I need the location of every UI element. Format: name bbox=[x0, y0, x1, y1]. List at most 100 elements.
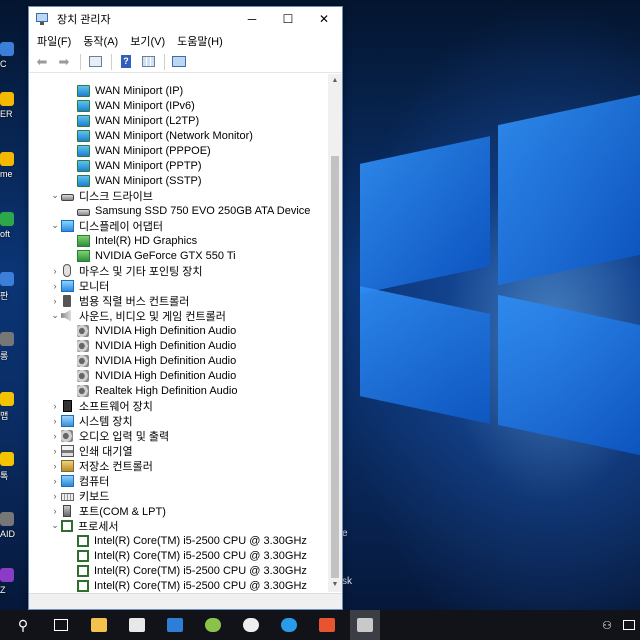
forward-button[interactable]: ➡ bbox=[54, 53, 74, 71]
collapse-chevron-icon[interactable]: ⌄ bbox=[49, 220, 61, 231]
expand-chevron-icon[interactable]: › bbox=[49, 431, 61, 441]
tree-item[interactable]: NVIDIA High Definition Audio bbox=[65, 338, 236, 353]
collapse-chevron-icon[interactable]: ⌄ bbox=[49, 190, 61, 201]
tree-item[interactable]: ⌄ 디스크 드라이브 bbox=[49, 188, 153, 203]
tree-item[interactable]: WAN Miniport (Network Monitor) bbox=[65, 128, 253, 143]
tree-item[interactable]: › 컴퓨터 bbox=[49, 473, 109, 488]
menu-action[interactable]: 동작(A) bbox=[77, 33, 124, 49]
tree-item[interactable]: WAN Miniport (L2TP) bbox=[65, 113, 199, 128]
expand-chevron-icon[interactable]: › bbox=[49, 281, 61, 291]
messenger-button[interactable] bbox=[198, 610, 228, 640]
tree-item[interactable]: NVIDIA GeForce GTX 550 Ti bbox=[65, 248, 236, 263]
expand-chevron-icon[interactable]: › bbox=[49, 506, 61, 516]
desktop-shortcut[interactable]: ER bbox=[0, 92, 20, 132]
tree-item[interactable]: WAN Miniport (PPTP) bbox=[65, 158, 202, 173]
expand-chevron-icon[interactable]: › bbox=[49, 476, 61, 486]
tree-item[interactable]: Intel(R) HD Graphics bbox=[65, 233, 197, 248]
desktop-shortcut[interactable]: AID bbox=[0, 512, 20, 552]
tree-item-label: 키보드 bbox=[79, 490, 110, 503]
tree-item[interactable]: ⌄ 디스플레이 어댑터 bbox=[49, 218, 163, 233]
expand-chevron-icon[interactable]: › bbox=[49, 266, 61, 276]
desktop-shortcut[interactable]: me bbox=[0, 152, 20, 192]
show-hide-console-tree-button[interactable] bbox=[85, 53, 105, 71]
tree-item-label: WAN Miniport (PPPOE) bbox=[95, 144, 211, 157]
minimize-button[interactable]: ─ bbox=[234, 7, 270, 31]
tree-item[interactable]: › 마우스 및 기타 포인팅 장치 bbox=[49, 263, 203, 278]
desktop-shortcut[interactable]: 판 bbox=[0, 272, 20, 312]
task-view-button[interactable] bbox=[46, 610, 76, 640]
scroll-down-arrow-icon[interactable]: ▼ bbox=[328, 578, 342, 592]
desktop-shortcut[interactable]: 맵 bbox=[0, 392, 20, 432]
expand-chevron-icon[interactable]: › bbox=[49, 416, 61, 426]
properties-button[interactable] bbox=[138, 53, 158, 71]
scan-hardware-button[interactable] bbox=[169, 53, 189, 71]
tree-item-label: NVIDIA GeForce GTX 550 Ti bbox=[95, 249, 236, 262]
expand-chevron-icon[interactable]: › bbox=[49, 461, 61, 471]
device-manager-taskbar-button[interactable] bbox=[350, 610, 380, 640]
desktop-shortcut[interactable]: C bbox=[0, 42, 20, 82]
tree-item[interactable]: Intel(R) Core(TM) i5-2500 CPU @ 3.30GHz bbox=[65, 578, 307, 593]
tree-item[interactable]: ⌄ 프로세서 bbox=[49, 518, 118, 533]
tree-item[interactable]: › 모니터 bbox=[49, 278, 109, 293]
tree-item[interactable]: NVIDIA High Definition Audio bbox=[65, 368, 236, 383]
tree-item[interactable]: WAN Miniport (SSTP) bbox=[65, 173, 202, 188]
network-icon[interactable] bbox=[618, 610, 640, 640]
scrollbar-thumb[interactable] bbox=[331, 156, 339, 578]
mail-button[interactable] bbox=[160, 610, 190, 640]
people-icon[interactable]: ⚇ bbox=[596, 610, 618, 640]
tree-item[interactable]: Realtek High Definition Audio bbox=[65, 383, 237, 398]
expand-chevron-icon[interactable]: › bbox=[49, 296, 61, 306]
tree-item[interactable]: WAN Miniport (IP) bbox=[65, 83, 183, 98]
tree-item[interactable]: › 인쇄 대기열 bbox=[49, 443, 133, 458]
desktop-shortcut[interactable]: 롱 bbox=[0, 332, 20, 372]
tree-item[interactable]: NVIDIA High Definition Audio bbox=[65, 353, 236, 368]
tree-item[interactable]: › 시스템 장치 bbox=[49, 413, 133, 428]
tree-item[interactable]: › 포트(COM & LPT) bbox=[49, 503, 166, 518]
expand-chevron-icon[interactable]: › bbox=[49, 491, 61, 501]
browser-button[interactable] bbox=[274, 610, 304, 640]
menu-file[interactable]: 파일(F) bbox=[31, 33, 77, 49]
back-button[interactable]: ⬅ bbox=[32, 53, 52, 71]
tree-item[interactable]: Intel(R) Core(TM) i5-2500 CPU @ 3.30GHz bbox=[65, 533, 307, 548]
tree-item[interactable]: NVIDIA High Definition Audio bbox=[65, 323, 236, 338]
collapse-chevron-icon[interactable]: ⌄ bbox=[49, 310, 61, 321]
tree-item-label: NVIDIA High Definition Audio bbox=[95, 339, 237, 352]
help-button[interactable]: ? bbox=[116, 53, 136, 71]
tree-item[interactable]: › 오디오 입력 및 출력 bbox=[49, 428, 169, 443]
tree-item[interactable]: › 소프트웨어 장치 bbox=[49, 398, 153, 413]
tree-item[interactable]: WAN Miniport (IPv6) bbox=[65, 98, 195, 113]
desktop-shortcut[interactable]: 톡 bbox=[0, 452, 20, 492]
search-button[interactable]: ⚲ bbox=[8, 610, 38, 640]
collapse-chevron-icon[interactable]: ⌄ bbox=[49, 520, 61, 531]
title-bar[interactable]: 장치 관리자 ─ ☐ ✕ bbox=[29, 7, 342, 31]
tree-item-label: Intel(R) Core(TM) i5-2500 CPU @ 3.30GHz bbox=[94, 549, 307, 562]
usb-icon bbox=[63, 294, 71, 307]
file-explorer-button[interactable] bbox=[84, 610, 114, 640]
audio-device-icon bbox=[77, 354, 89, 367]
desktop-shortcut[interactable]: Z bbox=[0, 568, 20, 608]
app-button[interactable] bbox=[236, 610, 266, 640]
maximize-button[interactable]: ☐ bbox=[270, 7, 306, 31]
menu-view[interactable]: 보기(V) bbox=[124, 33, 171, 49]
tree-item[interactable]: Intel(R) Core(TM) i5-2500 CPU @ 3.30GHz bbox=[65, 548, 307, 563]
tree-item[interactable]: Samsung SSD 750 EVO 250GB ATA Device bbox=[65, 203, 310, 218]
expand-chevron-icon[interactable]: › bbox=[49, 401, 61, 411]
menu-help[interactable]: 도움말(H) bbox=[171, 33, 229, 49]
desktop-shortcut[interactable]: oft bbox=[0, 212, 20, 252]
expand-chevron-icon[interactable]: › bbox=[49, 446, 61, 456]
tree-item[interactable]: Intel(R) Core(TM) i5-2500 CPU @ 3.30GHz bbox=[65, 563, 307, 578]
tree-item-label: 디스플레이 어댑터 bbox=[79, 220, 164, 233]
store-button[interactable] bbox=[122, 610, 152, 640]
tree-item[interactable]: WAN Miniport (PPPOE) bbox=[65, 143, 211, 158]
close-button[interactable]: ✕ bbox=[306, 7, 342, 31]
tree-item[interactable]: › 저장소 컨트롤러 bbox=[49, 458, 153, 473]
tree-item[interactable]: › 키보드 bbox=[49, 488, 110, 503]
vertical-scrollbar[interactable]: ▲ ▼ bbox=[328, 74, 342, 592]
tree-item[interactable]: ⌄ 사운드, 비디오 및 게임 컨트롤러 bbox=[49, 308, 226, 323]
tree-item[interactable]: › 범용 직렬 버스 컨트롤러 bbox=[49, 293, 189, 308]
console-tree-icon bbox=[88, 56, 102, 67]
device-tree[interactable]: WAN Miniport (IP) WAN Miniport (IPv6) WAN … bbox=[29, 74, 342, 594]
power-app-button[interactable] bbox=[312, 610, 342, 640]
forward-arrow-icon: ➡ bbox=[58, 53, 70, 69]
scroll-up-arrow-icon[interactable]: ▲ bbox=[328, 74, 342, 88]
